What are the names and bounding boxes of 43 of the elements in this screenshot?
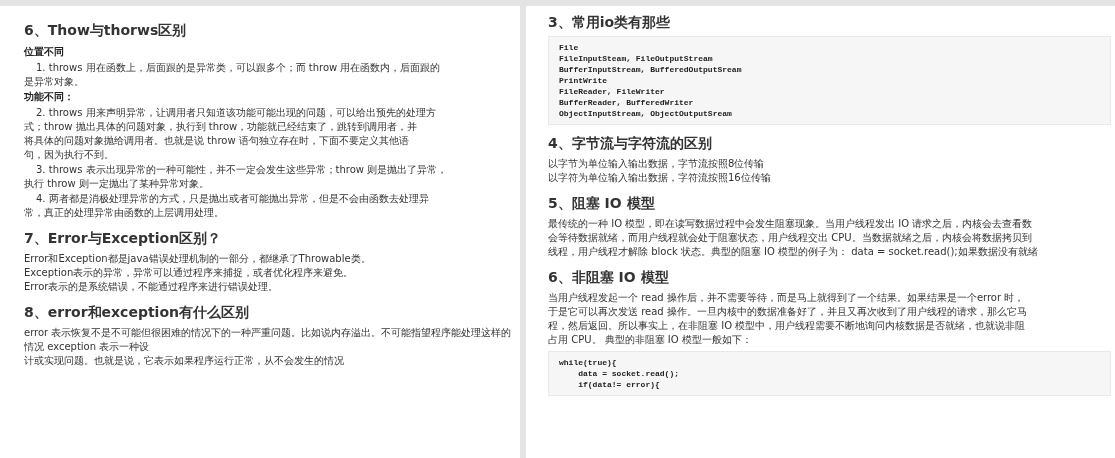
paragraph-line: 占用 CPU。 典型的非阻塞 IO 模型一般如下： xyxy=(548,333,753,347)
paragraph-line: 将具体的问题对象抛给调用者。也就是说 throw 语句独立存在时，下面不要定义其他语 xyxy=(24,134,410,148)
subheading: 功能不同： xyxy=(24,90,75,104)
section-heading: 5、阻塞 IO 模型 xyxy=(548,194,656,213)
section-heading: 3、常用io类有那些 xyxy=(548,13,672,32)
section-heading: 4、字节流与字符流的区别 xyxy=(548,134,713,153)
paragraph-line: error 表示恢复不是不可能但很困难的情况下的一种严重问题。比如说内存溢出。不可能指望程序能处理这样的情况 exception 表示一种设 xyxy=(24,326,512,354)
paragraph-line: Exception表示的异常，异常可以通过程序来捕捉，或者优化程序来避免。 xyxy=(24,266,355,280)
code-line: while(true){ xyxy=(559,357,618,368)
section-heading: 7、Error与Exception区别？ xyxy=(24,229,223,248)
list-item-text: 2. throws 用来声明异常，让调用者只知道该功能可能出现的问题，可以给出预先的处理方 xyxy=(35,106,437,120)
paragraph-line: 当用户线程发起一个 read 操作后，并不需要等待，而是马上就得到了一个结果。如果结果是一个error 时， xyxy=(548,291,1026,305)
paragraph-line: 程，然后返回。所以事实上，在非阻塞 IO 模型中，用户线程需要不断地询问内核数据是否就绪，也就说非阻 xyxy=(548,319,1027,333)
paragraph-line: 句，因为执行不到。 xyxy=(24,148,115,162)
code-line: BufferInputStream, BufferedOutputSream xyxy=(559,64,743,75)
paragraph-line: 于是它可以再次发送 read 操作。一旦内核中的数据准备好了，并且又再次收到了用户线程的请求，那么它马 xyxy=(548,305,1028,319)
section-heading: 8、error和exception有什么区别 xyxy=(24,303,250,322)
paragraph-line: 会等待数据就绪，而用户线程就会处于阻塞状态，用户线程交出 CPU。当数据就绪之后，内核会将数据拷贝到 xyxy=(548,231,1033,245)
paragraph-line: Error和Exception都是java错误处理机制的一部分，都继承了Throwable类。 xyxy=(24,252,372,266)
paragraph-line: 式；throw 抛出具体的问题对象，执行到 throw，功能就已经结束了，跳转到调用者，并 xyxy=(24,120,419,134)
code-line: FileInputSteam, FileOutputStream xyxy=(559,53,714,64)
code-line: data = socket.read(); xyxy=(577,368,681,379)
code-line: FileReader, FileWriter xyxy=(559,86,666,97)
list-item-text: 1. throws 用在函数上，后面跟的是异常类，可以跟多个；而 throw 用在函数内，后面跟的 xyxy=(35,61,442,75)
paragraph-line: 线程，用户线程才解除 block 状态。典型的阻塞 IO 模型的例子为： data = socket.read();如果数据没有就绪 xyxy=(548,245,1039,259)
paragraph-line: 以字节为单位输入输出数据，字节流按照8位传输 xyxy=(548,157,766,171)
paragraph-line: 执行 throw 则一定抛出了某种异常对象。 xyxy=(24,177,210,191)
list-item-text: 3. throws 表示出现异常的一种可能性，并不一定会发生这些异常；throw 则是抛出了异常， xyxy=(35,163,449,177)
section-heading: 6、Thow与thorws区别 xyxy=(24,21,188,40)
paragraph-line: 以字符为单位输入输出数据，字符流按照16位传输 xyxy=(548,171,772,185)
subheading: 位置不同 xyxy=(24,45,65,59)
code-line: ObjectInputStream, ObjectOutputSream xyxy=(559,108,733,119)
paragraph-line: 常，真正的处理异常由函数的上层调用处理。 xyxy=(24,206,225,220)
code-line: PrintWrite xyxy=(559,75,608,86)
code-line: BufferReader, BufferedWriter xyxy=(559,97,695,108)
code-line: File xyxy=(559,42,580,53)
code-line: if(data!= error){ xyxy=(577,379,661,390)
list-item-text: 4. 两者都是消极处理异常的方式，只是抛出或者可能抛出异常，但是不会由函数去处理异 xyxy=(35,192,430,206)
paragraph-line: 计或实现问题。也就是说，它表示如果程序运行正常，从不会发生的情况 xyxy=(24,354,345,368)
paragraph-line: 是异常对象。 xyxy=(24,75,85,89)
paragraph-line: Error表示的是系统错误，不能通过程序来进行错误处理。 xyxy=(24,280,280,294)
section-heading: 6、非阻塞 IO 模型 xyxy=(548,268,670,287)
paragraph-line: 最传统的一种 IO 模型，即在读写数据过程中会发生阻塞现象。当用户线程发出 IO 请求之后，内核会去查看数 xyxy=(548,217,1034,231)
